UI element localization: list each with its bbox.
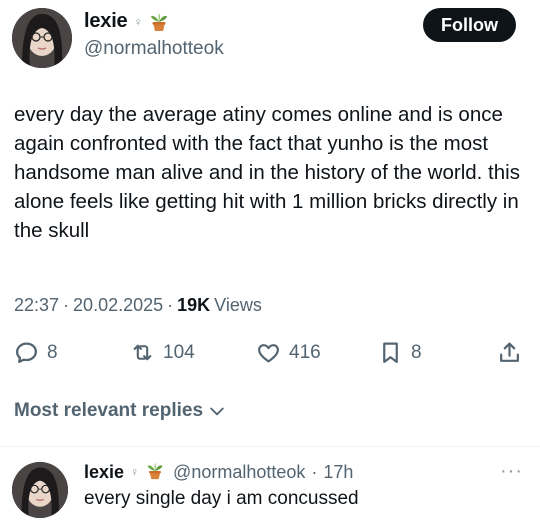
divider: [0, 446, 540, 447]
replies-sort-dropdown[interactable]: Most relevant replies: [14, 400, 227, 422]
meta-separator: ·: [63, 295, 70, 315]
author-display-name[interactable]: lexie: [84, 10, 128, 33]
more-dots-icon[interactable]: ···: [500, 460, 523, 483]
reply-display-name[interactable]: lexie: [84, 462, 124, 483]
follow-button[interactable]: Follow: [423, 8, 516, 42]
reply-icon: [15, 342, 38, 364]
share-icon: [500, 342, 519, 362]
post-text: every day the average atiny comes online…: [14, 103, 520, 242]
reply-time[interactable]: 17h: [323, 462, 353, 483]
bookmark-action[interactable]: 8: [378, 340, 422, 365]
author-handle[interactable]: @normalhotteok: [84, 38, 224, 60]
repost-count: 104: [163, 341, 195, 363]
views-count: 19K: [177, 295, 211, 315]
share-action[interactable]: [497, 340, 522, 365]
action-bar: 8 104 416 8: [0, 340, 540, 372]
reply-count: 8: [47, 341, 58, 363]
avatar-image: [12, 8, 72, 68]
female-sign-icon: ♀: [130, 465, 140, 479]
avatar-image: [12, 462, 68, 518]
post-date[interactable]: 20.02.2025: [73, 295, 163, 316]
like-count: 416: [289, 341, 321, 363]
reply-avatar[interactable]: [12, 462, 68, 518]
reply-header: lexie ♀ @normalhotteok · 17h: [84, 461, 353, 483]
female-sign-icon: ♀: [133, 14, 143, 29]
like-action[interactable]: 416: [256, 340, 321, 365]
chevron-down-icon: [210, 407, 224, 416]
post-meta: 22:37 · 20.02.2025 · 19K Views: [14, 295, 262, 316]
bookmark-icon: [383, 342, 398, 363]
heart-icon: [258, 344, 279, 363]
meta-separator: ·: [167, 295, 174, 315]
reply-action[interactable]: 8: [14, 340, 58, 365]
reply-text: every single day i am concussed: [84, 488, 359, 509]
bookmark-count: 8: [411, 341, 422, 363]
author-name-row: lexie ♀: [84, 10, 170, 33]
repost-icon: [133, 344, 152, 361]
views-label: Views: [214, 295, 262, 315]
reply-separator: ·: [311, 461, 318, 482]
repost-action[interactable]: 104: [130, 340, 195, 365]
replies-sort-label: Most relevant replies: [14, 400, 204, 421]
reply-handle[interactable]: @normalhotteok: [173, 462, 305, 483]
potted-plant-icon: [148, 11, 170, 33]
potted-plant-icon: [145, 461, 167, 483]
author-avatar[interactable]: [12, 8, 72, 68]
post-time[interactable]: 22:37: [14, 295, 59, 316]
